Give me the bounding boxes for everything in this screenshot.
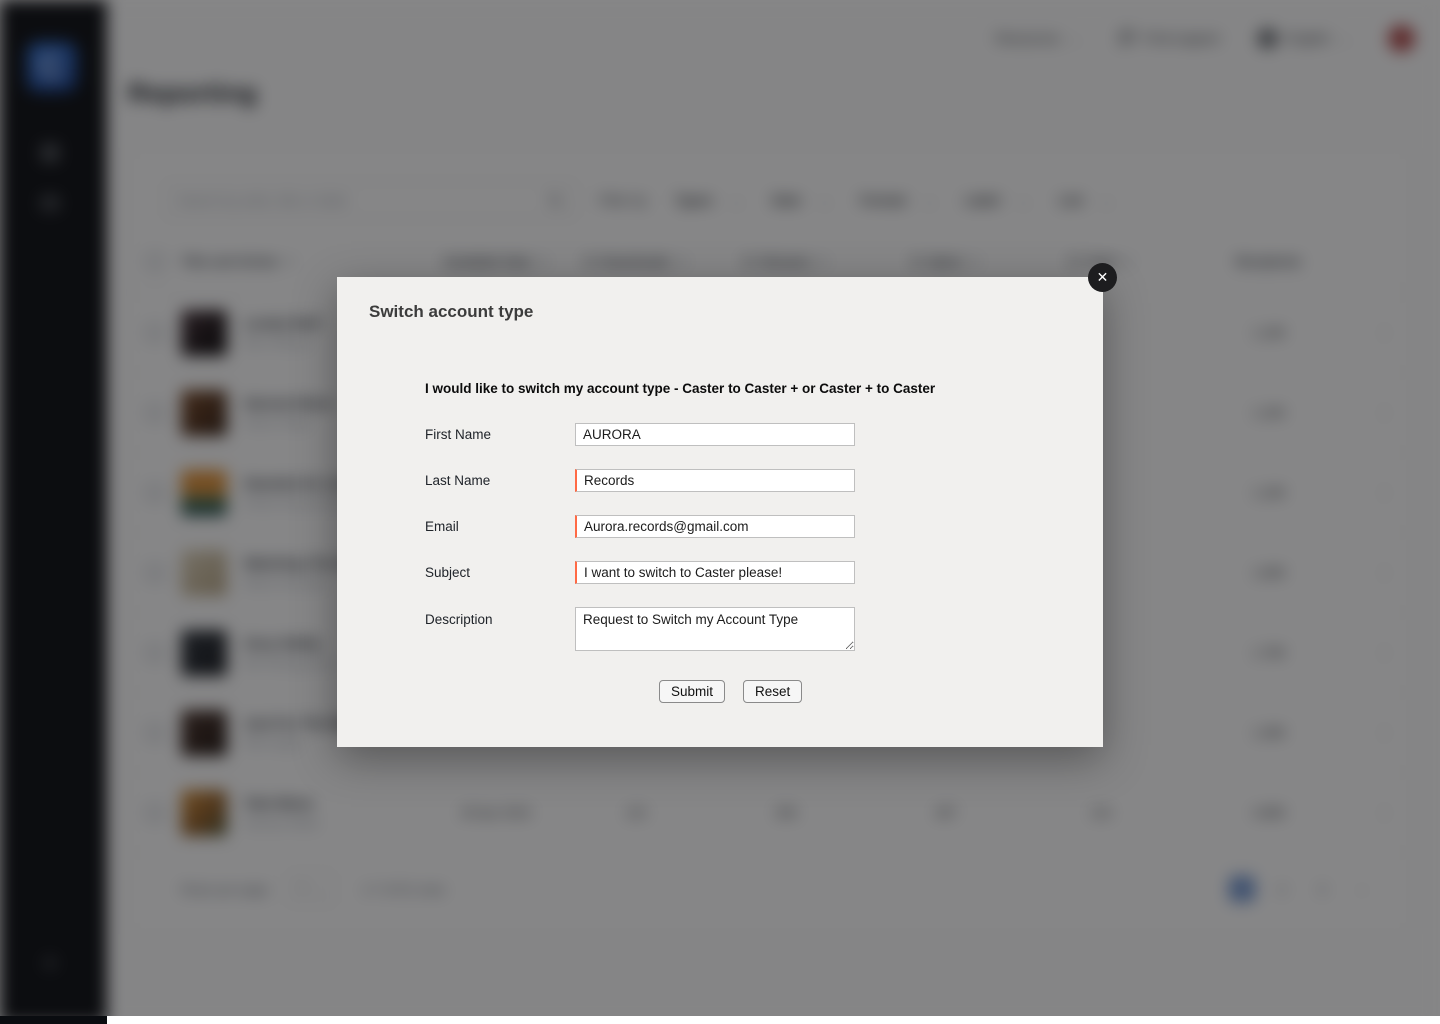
subject-label: Subject <box>425 565 575 580</box>
email-label: Email <box>425 519 575 534</box>
switch-account-form: First Name Last Name Email Subject Descr… <box>337 423 1103 703</box>
first-name-label: First Name <box>425 427 575 442</box>
last-name-field[interactable] <box>575 469 855 492</box>
reset-button[interactable]: Reset <box>743 680 802 703</box>
description-label: Description <box>425 607 575 627</box>
switch-account-type-dialog: ✕ Switch account type I would like to sw… <box>337 277 1103 747</box>
close-icon[interactable]: ✕ <box>1088 263 1117 292</box>
bottom-strip <box>0 1016 1440 1024</box>
submit-button[interactable]: Submit <box>659 680 725 703</box>
email-field[interactable] <box>575 515 855 538</box>
dialog-title: Switch account type <box>337 277 1103 322</box>
bottom-strip-sidebar <box>0 1016 107 1024</box>
dialog-instruction: I would like to switch my account type -… <box>425 381 1063 396</box>
description-field[interactable]: Request to Switch my Account Type <box>575 607 855 651</box>
subject-field[interactable] <box>575 561 855 584</box>
first-name-field[interactable] <box>575 423 855 446</box>
last-name-label: Last Name <box>425 473 575 488</box>
